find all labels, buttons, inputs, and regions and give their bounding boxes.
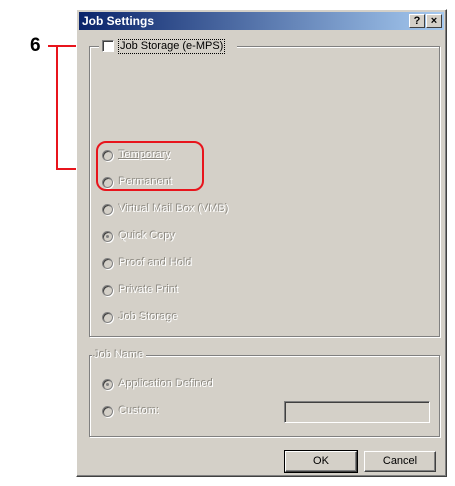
ok-button[interactable]: OK — [284, 450, 358, 473]
radio-button[interactable] — [102, 257, 113, 269]
radio-button[interactable] — [102, 203, 113, 215]
help-button[interactable]: ? — [409, 14, 425, 28]
job-name-group-label: Job Name — [92, 349, 147, 361]
radio-label: Application Defined — [119, 378, 214, 390]
callout-highlight-box — [96, 141, 204, 191]
close-button[interactable]: × — [426, 14, 442, 28]
radio-job-storage[interactable]: Job Storage — [102, 310, 178, 324]
radio-button[interactable] — [102, 311, 113, 323]
window-title: Job Settings — [82, 14, 155, 28]
radio-label: Custom: — [119, 405, 160, 417]
radio-button[interactable] — [102, 405, 113, 417]
radio-button[interactable] — [102, 284, 113, 296]
radio-label: Quick Copy — [119, 230, 176, 242]
radio-virtual-mail-box[interactable]: Virtual Mail Box (VMB) — [102, 202, 229, 216]
radio-application-defined[interactable]: Application Defined — [102, 377, 214, 391]
radio-button[interactable] — [102, 230, 113, 242]
callout-number: 6 — [30, 35, 41, 56]
radio-button[interactable] — [102, 378, 113, 390]
radio-label: Proof and Hold — [119, 257, 193, 269]
custom-name-input[interactable] — [284, 401, 430, 423]
radio-proof-and-hold[interactable]: Proof and Hold — [102, 256, 192, 270]
cancel-button[interactable]: Cancel — [364, 451, 436, 472]
radio-custom[interactable]: Custom: — [102, 404, 160, 418]
radio-quick-copy[interactable]: Quick Copy — [102, 229, 176, 243]
title-bar: Job Settings ? × — [79, 12, 444, 30]
radio-label: Private Print — [119, 284, 179, 296]
callout-line-vertical — [56, 45, 58, 170]
radio-label: Job Storage — [119, 311, 179, 323]
job-storage-checkbox-label[interactable]: Job Storage (e-MPS) — [118, 39, 226, 54]
radio-label: Virtual Mail Box (VMB) — [119, 203, 230, 215]
radio-private-print[interactable]: Private Print — [102, 283, 179, 297]
job-storage-checkbox[interactable] — [102, 40, 114, 52]
job-name-group — [89, 355, 440, 437]
